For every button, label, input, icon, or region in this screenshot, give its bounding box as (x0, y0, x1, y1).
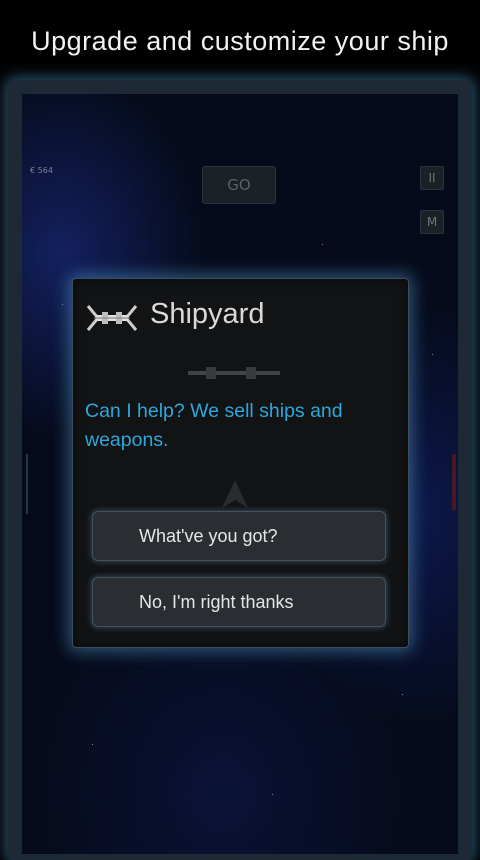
dialog-message: Can I help? We sell ships and weapons. (85, 400, 343, 451)
ghost-ship-icon (188, 367, 280, 379)
promo-caption: Upgrade and customize your ship (31, 25, 449, 56)
pause-button[interactable]: II (420, 166, 444, 190)
left-edge-indicator (26, 454, 28, 514)
decline-button[interactable]: No, I'm right thanks (92, 577, 386, 627)
shipyard-station-icon (86, 305, 138, 331)
right-edge-indicator (452, 454, 456, 510)
credits-readout: € 564 (30, 166, 53, 175)
star (272, 794, 273, 795)
go-button[interactable]: GO (202, 166, 276, 204)
map-button[interactable]: M (420, 210, 444, 234)
star (322, 244, 323, 245)
star (62, 304, 63, 305)
star (92, 744, 93, 745)
star (402, 694, 403, 695)
ghost-ship-silhouette (222, 480, 248, 508)
dialog-title: Shipyard (150, 298, 265, 330)
whats-available-button[interactable]: What've you got? (92, 511, 386, 561)
star (432, 354, 433, 355)
